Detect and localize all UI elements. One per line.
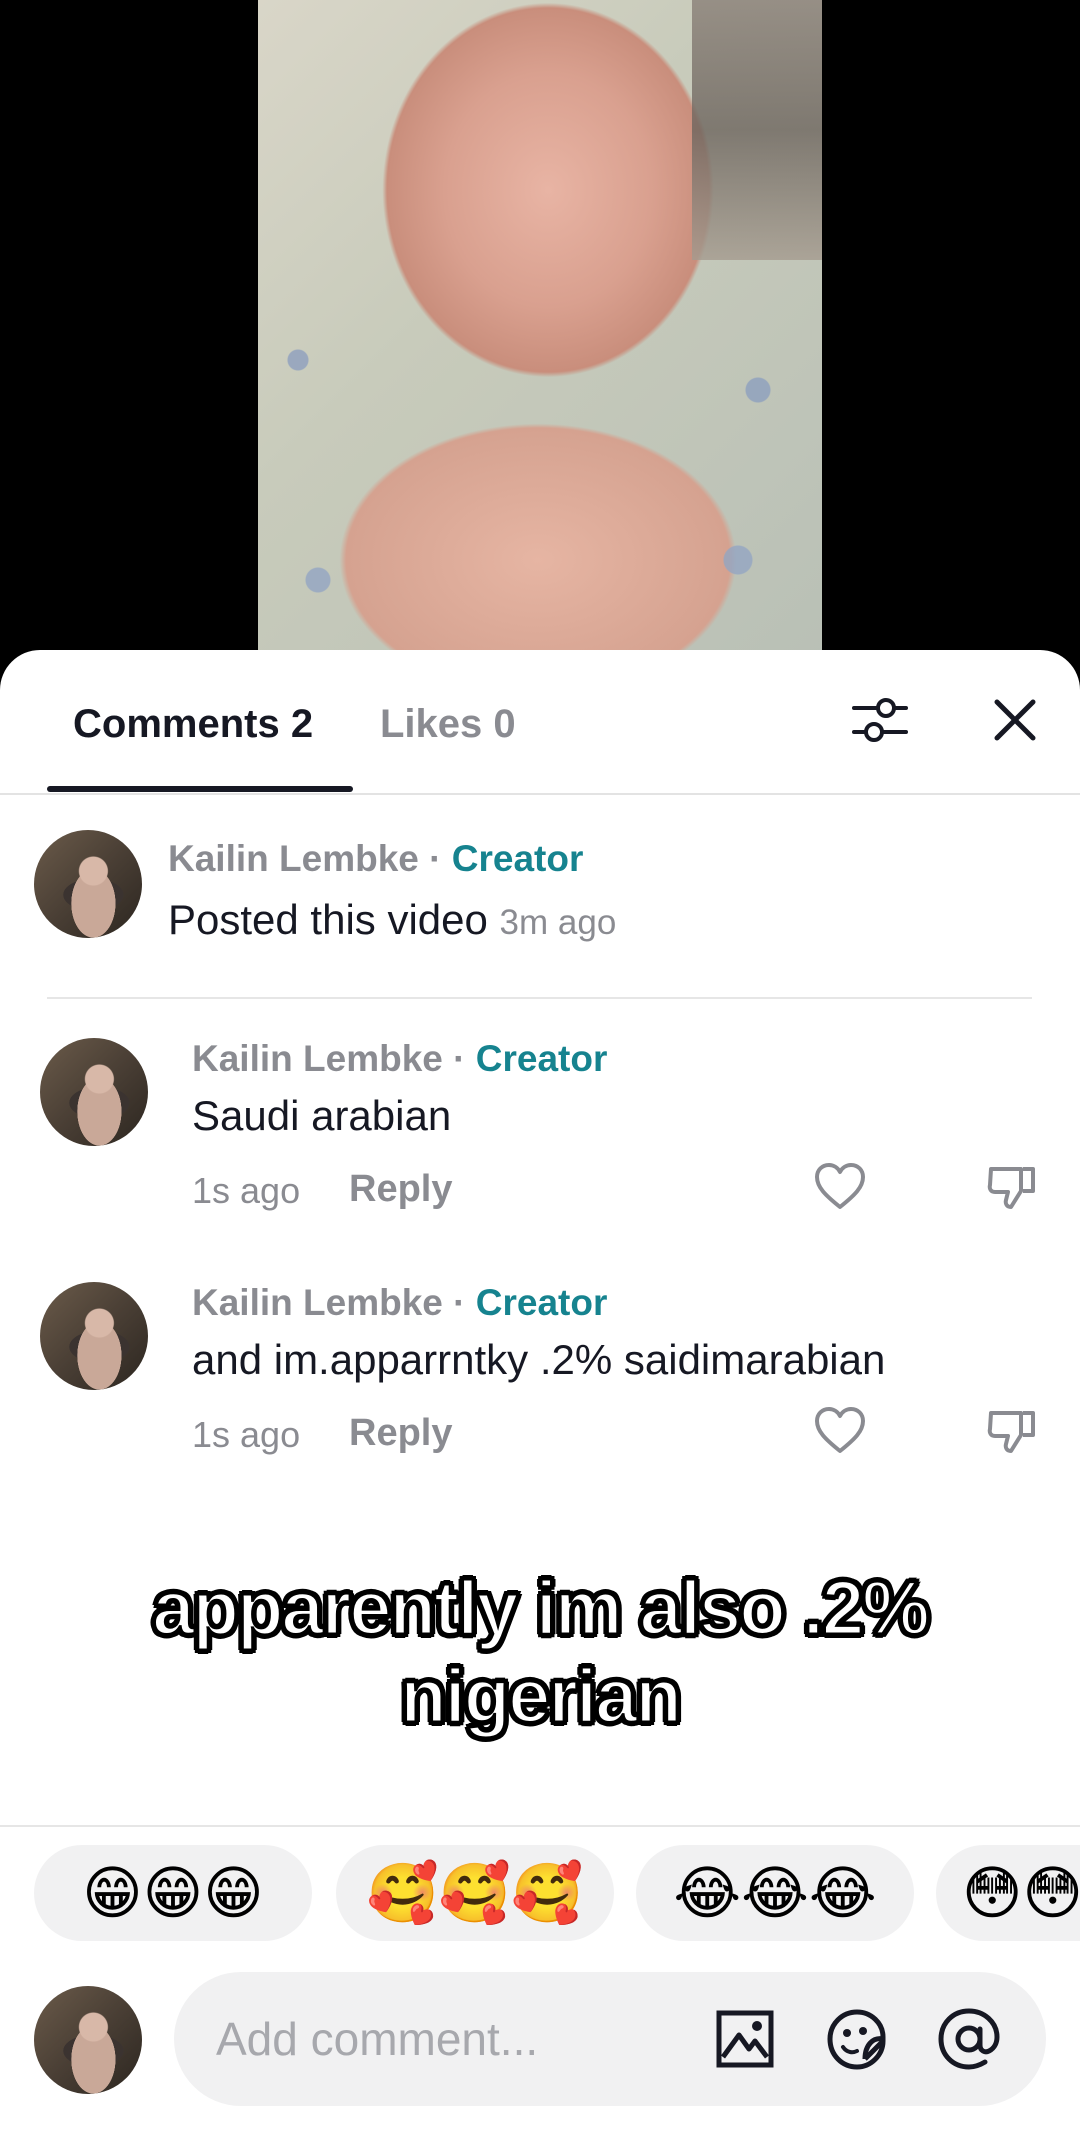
emoji-laugh-button[interactable]: 😂😂😂 <box>636 1845 914 1941</box>
comment-time: 1s ago <box>192 1170 301 1211</box>
tab-likes[interactable]: Likes 0 <box>380 702 516 747</box>
sticker-icon[interactable] <box>824 2006 890 2072</box>
comment-text: and im.apparrntky .2% saidimarabian <box>192 1336 886 1383</box>
video-floral-shirt <box>258 300 822 660</box>
creator-badge: Creator <box>451 838 584 879</box>
tab-active-indicator <box>47 786 353 792</box>
creator-badge: Creator <box>475 1282 608 1323</box>
avatar[interactable] <box>40 1282 148 1390</box>
video-frame[interactable] <box>258 0 822 660</box>
comment-input-row: Add comment... <box>0 1972 1080 2107</box>
avatar[interactable] <box>40 1038 148 1146</box>
divider <box>0 1825 1080 1827</box>
commenter-name[interactable]: Kailin Lembke · Creator <box>192 1282 607 1324</box>
commenter-name[interactable]: Kailin Lembke · Creator <box>168 838 583 880</box>
tab-comments[interactable]: Comments 2 <box>73 702 313 747</box>
heart-icon[interactable] <box>810 1400 870 1460</box>
video-caption: apparently im also .2% nigerian <box>0 1565 1080 1741</box>
comment-input[interactable]: Add comment... <box>174 1972 1046 2106</box>
filter-sliders-icon[interactable] <box>850 690 910 750</box>
avatar[interactable] <box>34 830 142 938</box>
avatar <box>34 1986 142 2094</box>
post-time: 3m ago <box>499 903 617 942</box>
comment-input-placeholder: Add comment... <box>216 2013 539 2065</box>
video-player[interactable] <box>0 0 1080 660</box>
thumbs-down-icon[interactable] <box>982 1400 1042 1460</box>
post-text: Posted this video 3m ago <box>168 896 617 943</box>
reply-button[interactable]: Reply <box>349 1412 452 1455</box>
video-background-shelf <box>692 0 822 260</box>
comment-time: 1s ago <box>192 1414 301 1455</box>
caption-line: apparently im also .2% <box>151 1565 931 1653</box>
emoji-grin-button[interactable]: 😁😁😁 <box>34 1845 312 1941</box>
commenter-name[interactable]: Kailin Lembke · Creator <box>192 1038 607 1080</box>
emoji-quick-bar: 😁😁😁 🥰🥰🥰 😂😂😂 😳😳 <box>0 1845 1080 1943</box>
thumbs-down-icon[interactable] <box>982 1156 1042 1216</box>
comment-text: Saudi arabian <box>192 1092 452 1139</box>
caption-line: nigerian <box>399 1653 684 1741</box>
image-icon[interactable] <box>712 2006 778 2072</box>
tab-bar: Comments 2 Likes 0 <box>0 650 1080 795</box>
emoji-flushed-button[interactable]: 😳😳 <box>936 1845 1080 1941</box>
creator-badge: Creator <box>475 1038 608 1079</box>
divider <box>47 997 1032 999</box>
reply-button[interactable]: Reply <box>349 1168 452 1211</box>
close-icon[interactable] <box>985 690 1045 750</box>
at-mention-icon[interactable] <box>936 2006 1002 2072</box>
emoji-heart-eyes-button[interactable]: 🥰🥰🥰 <box>336 1845 614 1941</box>
heart-icon[interactable] <box>810 1156 870 1216</box>
